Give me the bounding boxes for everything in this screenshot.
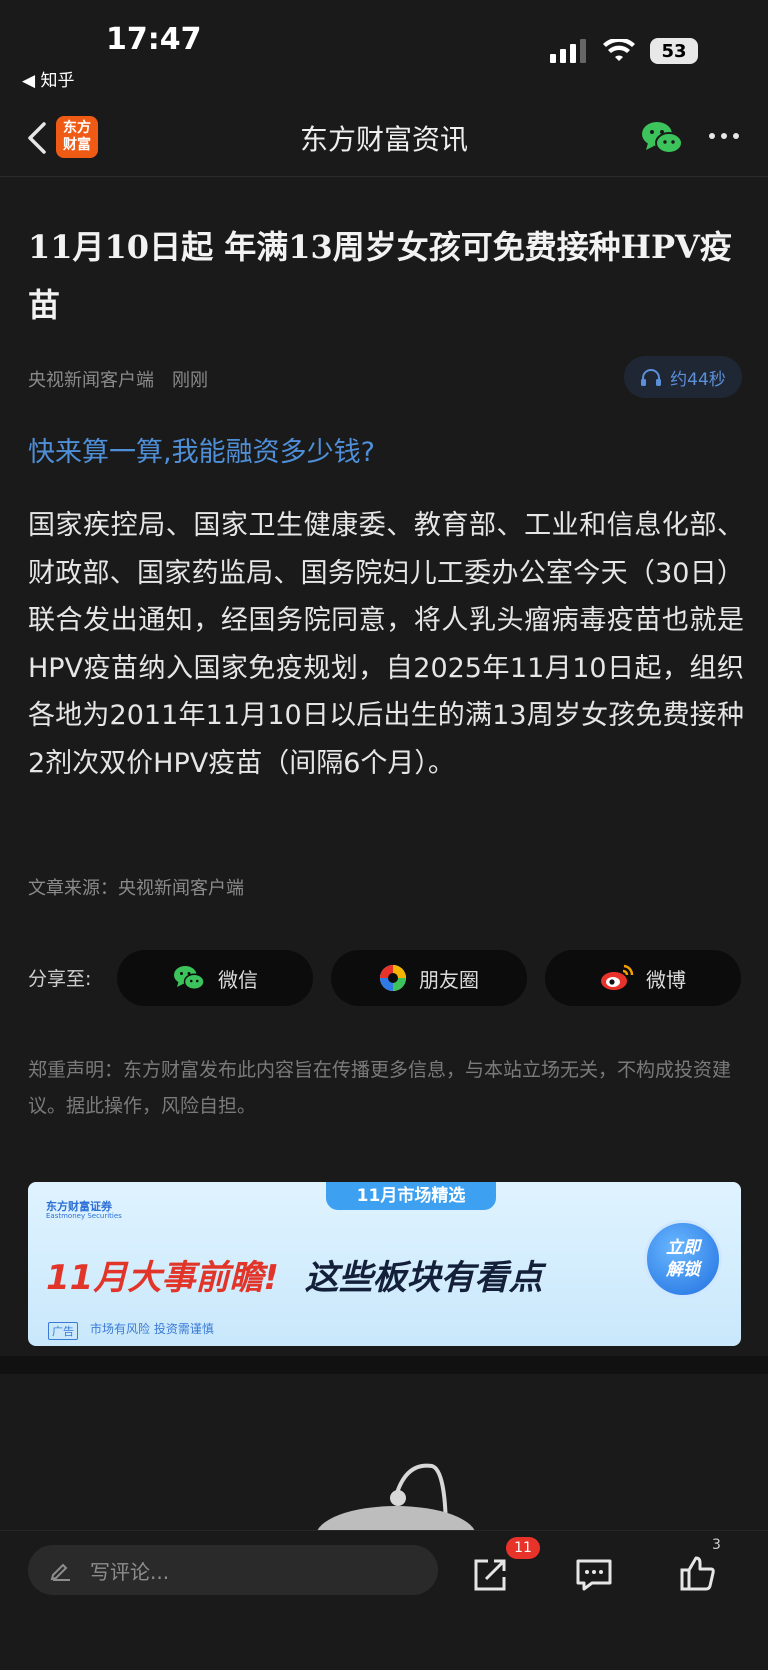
article-source: 央视新闻客户端 bbox=[28, 370, 154, 391]
article-time: 刚刚 bbox=[172, 370, 208, 391]
status-time: 17:47 bbox=[106, 22, 202, 57]
unlock-button[interactable]: 立即 解锁 bbox=[644, 1220, 722, 1298]
banner-headline: 11月大事前瞻! 这些板块有看点 bbox=[46, 1250, 543, 1299]
status-indicators: 53 bbox=[550, 38, 698, 64]
disclaimer: 郑重声明：东方财富发布此内容旨在传播更多信息，与本站立场无关，不构成投资建议。据… bbox=[28, 1059, 732, 1117]
share-label: 分享至: bbox=[28, 968, 92, 990]
banner-tab: 11月市场精选 bbox=[326, 1182, 496, 1210]
comment-placeholder: 写评论... bbox=[90, 1559, 170, 1584]
comment-input[interactable]: 写评论... bbox=[28, 1545, 438, 1595]
share-weibo-button[interactable]: 微博 bbox=[545, 950, 741, 1006]
share-wechat-button[interactable]: 微信 bbox=[117, 950, 313, 1006]
article-source-footer: 文章来源：央视新闻客户端 bbox=[28, 878, 244, 899]
audio-duration: 约44秒 bbox=[670, 369, 726, 390]
banner-headline-rest: 这些板块有看点 bbox=[304, 1258, 543, 1298]
wechat-icon[interactable] bbox=[640, 118, 684, 158]
article-headline: 11月10日起 年满13周岁女孩可免费接种HPV疫苗 bbox=[28, 228, 732, 324]
share-wechat-label: 微信 bbox=[218, 967, 258, 992]
lamp-illustration bbox=[316, 1463, 476, 1536]
nav-bar: 东方 财富 东方财富资讯 bbox=[0, 100, 768, 177]
banner-brand-en: Eastmoney Securities bbox=[46, 1212, 122, 1220]
article-meta: 央视新闻客户端 刚刚 bbox=[28, 366, 208, 392]
listen-button[interactable]: 约44秒 bbox=[624, 356, 742, 398]
share-out-icon[interactable] bbox=[470, 1555, 510, 1595]
wifi-icon bbox=[603, 39, 635, 61]
wechat-icon bbox=[174, 966, 205, 990]
cta-line2: 解锁 bbox=[666, 1260, 700, 1280]
thumbs-up-icon[interactable] bbox=[678, 1553, 718, 1593]
share-moments-button[interactable]: 朋友圈 bbox=[331, 950, 527, 1006]
moments-icon bbox=[380, 965, 406, 991]
article-body: 国家疾控局、国家卫生健康委、教育部、工业和信息化部、财政部、国家药监局、国务院妇… bbox=[28, 510, 744, 779]
banner-headline-accent: 11月大事前瞻! bbox=[46, 1258, 279, 1298]
comment-icon[interactable] bbox=[574, 1555, 614, 1595]
back-to-app-link[interactable]: ◀ 知乎 bbox=[22, 66, 74, 91]
pencil-icon bbox=[50, 1563, 70, 1581]
battery-icon: 53 bbox=[650, 38, 698, 64]
share-moments-label: 朋友圈 bbox=[419, 967, 479, 992]
share-count-badge: 11 bbox=[506, 1537, 540, 1559]
cta-line1: 立即 bbox=[666, 1238, 700, 1258]
share-weibo-label: 微博 bbox=[646, 967, 686, 992]
bottom-bar: 写评论... 11 3 bbox=[0, 1530, 768, 1670]
signal-icon bbox=[550, 39, 586, 63]
risk-warning: 市场有风险 投资需谨慎 bbox=[90, 1322, 214, 1336]
financing-promo-link[interactable]: 快来算一算,我能融资多少钱? bbox=[28, 430, 375, 469]
like-count: 3 bbox=[712, 1537, 721, 1553]
more-icon[interactable] bbox=[706, 126, 742, 146]
headphones-icon bbox=[641, 369, 662, 386]
ad-tag: 广告 bbox=[48, 1322, 78, 1340]
weibo-icon bbox=[601, 964, 634, 990]
ad-banner[interactable]: 11月市场精选 东方财富证券 Eastmoney Securities 11月大… bbox=[28, 1182, 741, 1346]
section-divider bbox=[0, 1356, 768, 1374]
